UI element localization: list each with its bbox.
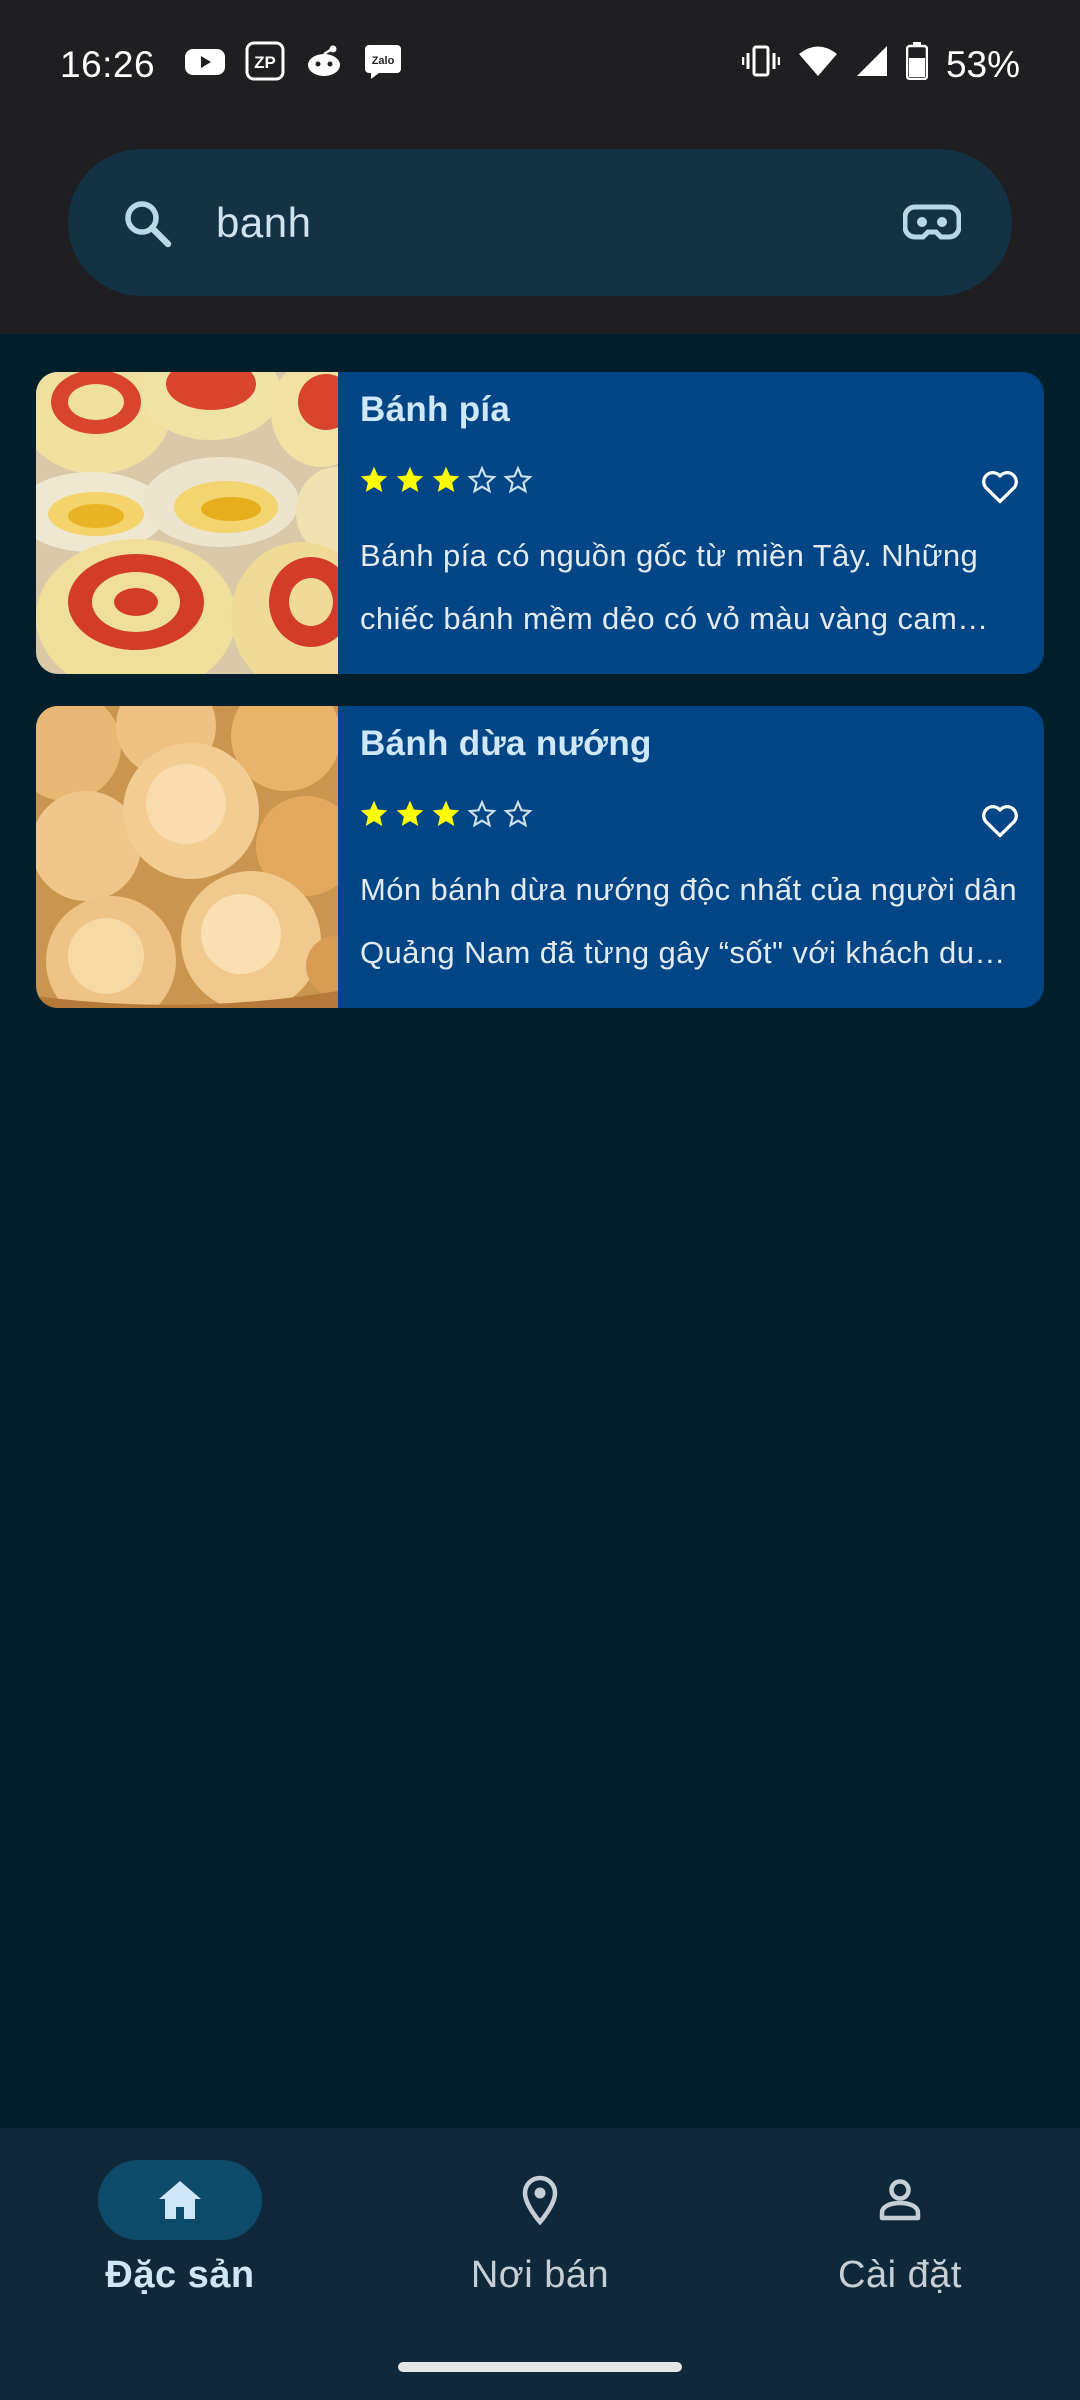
star-filled-icon	[396, 466, 424, 492]
star-outline-icon	[503, 465, 533, 494]
nav-item-dac-san[interactable]: Đặc sản	[0, 2128, 360, 2400]
star-filled-icon	[360, 466, 388, 492]
food-image-banh-dua-nuong	[36, 706, 338, 1008]
search-icon[interactable]	[118, 194, 176, 252]
system-status-icons: 53%	[741, 41, 1020, 89]
star-filled-icon	[360, 800, 388, 826]
star-outline-icon	[503, 799, 533, 828]
nav-label: Đặc sản	[105, 2254, 255, 2296]
nav-label: Cài đặt	[838, 2254, 962, 2296]
person-icon	[879, 2179, 921, 2221]
nav-icon-container	[458, 2160, 622, 2240]
svg-text:Zalo: Zalo	[372, 55, 395, 67]
star-filled-icon	[432, 800, 460, 826]
vibrate-icon	[741, 44, 781, 87]
list-item[interactable]: Bánh pía Bánh pía có nguồn gốc từ miền T…	[36, 372, 1044, 674]
food-image-banh-pia	[36, 372, 338, 674]
wifi-icon	[798, 44, 838, 86]
signal-icon	[856, 44, 888, 86]
star-filled-icon	[396, 800, 424, 826]
status-time: 16:26	[60, 44, 156, 85]
heart-outline-icon[interactable]	[978, 464, 1022, 508]
card-description: Bánh pía có nguồn gốc từ miền Tây. Những…	[360, 538, 979, 636]
card-body: Bánh dừa nướng Món bánh dừa nướng độc nh…	[338, 706, 1044, 1008]
svg-text:ZP: ZP	[254, 53, 276, 72]
home-icon	[159, 2181, 201, 2219]
eye-mask-icon[interactable]	[900, 191, 964, 255]
card-body: Bánh pía Bánh pía có nguồn gốc từ miền T…	[338, 372, 1044, 674]
nav-item-noi-ban[interactable]: Nơi bán	[360, 2128, 720, 2400]
zalopay-icon: ZP	[245, 41, 285, 90]
status-bar: 16:26 ZP Zalo 53%	[0, 0, 1080, 130]
card-title: Bánh pía	[360, 390, 511, 429]
battery-percentage: 53%	[945, 44, 1020, 85]
nav-label: Nơi bán	[470, 2254, 610, 2296]
card-title: Bánh dừa nướng	[360, 724, 652, 763]
star-filled-icon	[432, 466, 460, 492]
home-indicator[interactable]	[398, 2362, 682, 2372]
reddit-icon	[305, 44, 343, 87]
rating-stars	[358, 464, 534, 496]
nav-item-cai-dat[interactable]: Cài đặt	[720, 2128, 1080, 2400]
list-item[interactable]: Bánh dừa nướng Món bánh dừa nướng độc nh…	[36, 706, 1044, 1008]
star-outline-icon	[467, 799, 497, 828]
nav-active-indicator	[98, 2160, 262, 2240]
nav-icon-container	[818, 2160, 982, 2240]
star-outline-icon	[467, 465, 497, 494]
battery-icon	[905, 41, 929, 89]
rating-stars	[358, 798, 534, 830]
card-description: Món bánh dừa nướng độc nhất của người dâ…	[360, 872, 1018, 970]
location-pin-icon	[522, 2175, 558, 2225]
search-results-list: Bánh pía Bánh pía có nguồn gốc từ miền T…	[36, 372, 1044, 1040]
top-app-area: 16:26 ZP Zalo 53% banh	[0, 0, 1080, 334]
search-bar[interactable]: banh	[68, 149, 1012, 296]
bottom-navigation: Đặc sản Nơi bán Cài đặt	[0, 2128, 1080, 2400]
notification-icons: ZP Zalo	[185, 41, 403, 90]
zalo-icon: Zalo	[363, 41, 403, 90]
heart-outline-icon[interactable]	[978, 798, 1022, 842]
search-input[interactable]: banh	[216, 199, 311, 247]
youtube-icon	[185, 44, 226, 86]
